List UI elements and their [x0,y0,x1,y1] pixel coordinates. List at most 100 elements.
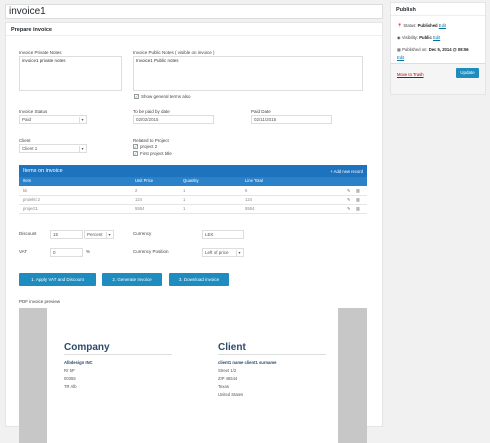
related-project-item[interactable]: ✓ project 2 [133,144,158,150]
show-general-terms[interactable]: ✓ Show general terms also [134,94,191,100]
currency-field[interactable]: LEK [202,230,244,239]
related-project-label-1: project 2 [140,144,158,149]
public-notes-label: Invoice Public Notes ( visible on invoic… [133,50,215,55]
chevron-down-icon: ▾ [106,232,112,238]
qty-cell[interactable]: 1 [183,197,185,202]
edit-visibility-link[interactable]: Edit [433,35,440,40]
paid-date-field[interactable]: 02/11/2015 [251,115,332,124]
trash-icon[interactable]: ▥ [356,188,360,193]
trash-icon[interactable]: ▥ [356,206,360,211]
discount-type-select[interactable]: Percent ▾ [84,230,114,239]
checkbox-icon[interactable]: ✓ [133,144,138,150]
edit-icon[interactable]: ✎ [347,197,351,202]
chevron-down-icon: ▾ [236,250,242,256]
company-line: Rr 5P [64,368,75,373]
prepare-invoice-panel: Prepare invoice Invoice Private Notes in… [5,22,383,443]
vat-label: VAT [19,249,28,254]
items-header: Items on invoice + Add new record [19,165,367,177]
discount-field[interactable]: 15 [50,230,83,239]
vat-field[interactable]: 0 [50,248,83,257]
divider [64,354,172,355]
status-line: 📍 Status: Published Edit [397,23,446,29]
private-notes-field[interactable]: invoice1 private notes [19,56,122,91]
table-row: project1 5554 1 5554 ✎ ▥ [19,205,367,214]
generate-invoice-button[interactable]: 2. Generate Invoice [102,273,162,286]
client-line: Texas [218,384,229,389]
client-line: ZIP 46544 [218,376,238,381]
visibility-label: Visibility: [401,35,419,40]
trash-icon[interactable]: ▥ [356,197,360,202]
client-line: United States [218,392,244,397]
publish-heading: Publish [391,3,485,16]
related-project-label-2: First project title [140,151,172,156]
private-notes-label: Invoice Private Notes [19,50,62,55]
update-button[interactable]: Update [456,68,479,78]
chevron-down-icon: ▾ [79,146,85,152]
publish-actions: Move to Trash Update [391,63,485,94]
price-cell[interactable]: 124 [135,197,142,202]
published-label: Published on: [402,47,428,52]
published-line: ▦ Published on: Dec 5, 2014 @ 08:56 [397,47,469,52]
items-heading: Items on invoice [23,168,63,174]
chevron-down-icon: ▾ [79,117,85,123]
vat-unit: % [86,249,91,254]
item-cell[interactable]: proiekti 2 [23,197,40,202]
related-project-item[interactable]: ✓ First project title [133,151,172,157]
total-cell: 5554 [245,206,255,211]
client-select[interactable]: Client 1 ▾ [19,144,87,153]
status-label: Invoice Status [19,109,48,114]
client-value: Client 1 [22,146,38,151]
edit-icon[interactable]: ✎ [347,206,351,211]
total-cell: 6 [245,188,248,193]
items-columns: Item Unit Price Quantity Line Total [19,177,367,186]
checkbox-icon[interactable]: ✓ [133,151,138,157]
table-row: proiekti 2 124 1 124 ✎ ▥ [19,196,367,205]
company-name: Albdesign INC [64,360,93,365]
edit-icon[interactable]: ✎ [347,188,351,193]
price-cell[interactable]: 2 [135,188,137,193]
client-title: Client [218,342,246,353]
column-header: Line Total [245,178,263,183]
edit-status-link[interactable]: Edit [439,23,446,28]
divider [218,354,326,355]
published-edit-line: Edit [397,55,404,60]
client-name: client1 name client1 surname [218,360,277,365]
published-value: Dec 5, 2014 @ 08:56 [428,47,469,52]
add-record-button[interactable]: + Add new record [330,169,363,174]
visibility-line: ◉ Visibility: Public Edit [397,35,440,40]
calendar-icon: ▦ [397,47,401,52]
status-label: Status: [403,23,417,28]
title-input[interactable]: invoice1 [5,4,383,19]
total-cell: 124 [245,197,252,202]
visibility-value: Public [419,35,432,40]
company-line: TR Alb [64,384,77,389]
currency-position-select[interactable]: Left of price ▾ [202,248,244,257]
currency-position-value: Left of price [205,250,229,255]
column-header: Quantity [183,178,199,183]
apply-vat-button[interactable]: 1. Apply VAT and Discount [19,273,96,286]
qty-cell[interactable]: 1 [183,188,185,193]
to-be-paid-field[interactable]: 02/02/2015 [133,115,214,124]
download-invoice-button[interactable]: 3. Download invoice [169,273,229,286]
panel-heading: Prepare invoice [6,23,382,36]
item-cell[interactable]: kk [23,188,27,193]
paid-date-label: Paid Date [251,109,271,114]
qty-cell[interactable]: 1 [183,206,185,211]
edit-date-link[interactable]: Edit [397,55,404,60]
column-header: Item [23,178,32,183]
public-notes-field[interactable]: Invoice1 Public notes [133,56,363,91]
discount-label: Discount [19,231,37,236]
move-to-trash-link[interactable]: Move to Trash [397,72,424,77]
status-value: Paid [22,117,32,122]
eye-icon: ◉ [397,35,401,40]
publish-box: Publish 📍 Status: Published Edit ◉ Visib… [390,2,486,95]
company-title: Company [64,342,110,353]
currency-label: Currency [133,231,152,236]
currency-position-label: Currency Position [133,249,169,254]
status-select[interactable]: Paid ▾ [19,115,87,124]
price-cell[interactable]: 5554 [135,206,144,211]
item-cell[interactable]: project1 [23,206,38,211]
checkbox-icon[interactable]: ✓ [134,94,139,100]
table-row: kk 2 1 6 ✎ ▥ [19,187,367,196]
show-general-terms-label: Show general terms also [141,94,191,99]
